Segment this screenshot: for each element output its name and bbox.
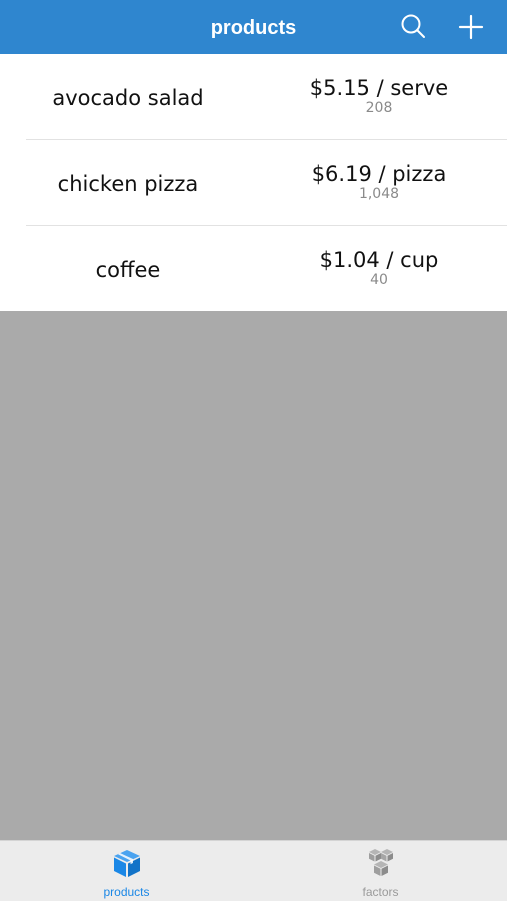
- price-block: $6.19 / pizza 1,048: [251, 162, 507, 202]
- list-item[interactable]: avocado salad $5.15 / serve 208: [0, 54, 507, 139]
- product-list: avocado salad $5.15 / serve 208 chicken …: [0, 54, 507, 311]
- tab-products-label: products: [103, 885, 150, 899]
- tab-factors[interactable]: factors: [254, 841, 507, 901]
- add-product-button[interactable]: [453, 9, 489, 45]
- plus-icon: [458, 14, 484, 40]
- product-name: chicken pizza: [57, 172, 199, 196]
- navigation-bar: products: [0, 0, 507, 54]
- tab-products[interactable]: products: [0, 841, 253, 901]
- product-count: 1,048: [358, 186, 400, 202]
- product-price: $5.15 / serve: [309, 76, 449, 100]
- box-icon: [114, 850, 140, 877]
- product-name: avocado salad: [52, 86, 204, 110]
- product-price: $1.04 / cup: [319, 248, 439, 272]
- tab-bar: products factors: [0, 840, 507, 901]
- search-button[interactable]: [396, 9, 432, 45]
- search-icon: [401, 14, 425, 38]
- list-item[interactable]: chicken pizza $6.19 / pizza 1,048: [26, 139, 507, 225]
- product-count: 208: [365, 100, 393, 116]
- boxes-icon: [369, 849, 393, 876]
- product-name: coffee: [95, 258, 161, 282]
- tab-factors-label: factors: [362, 885, 399, 899]
- price-block: $1.04 / cup 40: [251, 248, 507, 288]
- list-item[interactable]: coffee $1.04 / cup 40: [26, 225, 507, 311]
- product-price: $6.19 / pizza: [311, 162, 447, 186]
- product-count: 40: [370, 272, 388, 288]
- price-block: $5.15 / serve 208: [251, 76, 507, 116]
